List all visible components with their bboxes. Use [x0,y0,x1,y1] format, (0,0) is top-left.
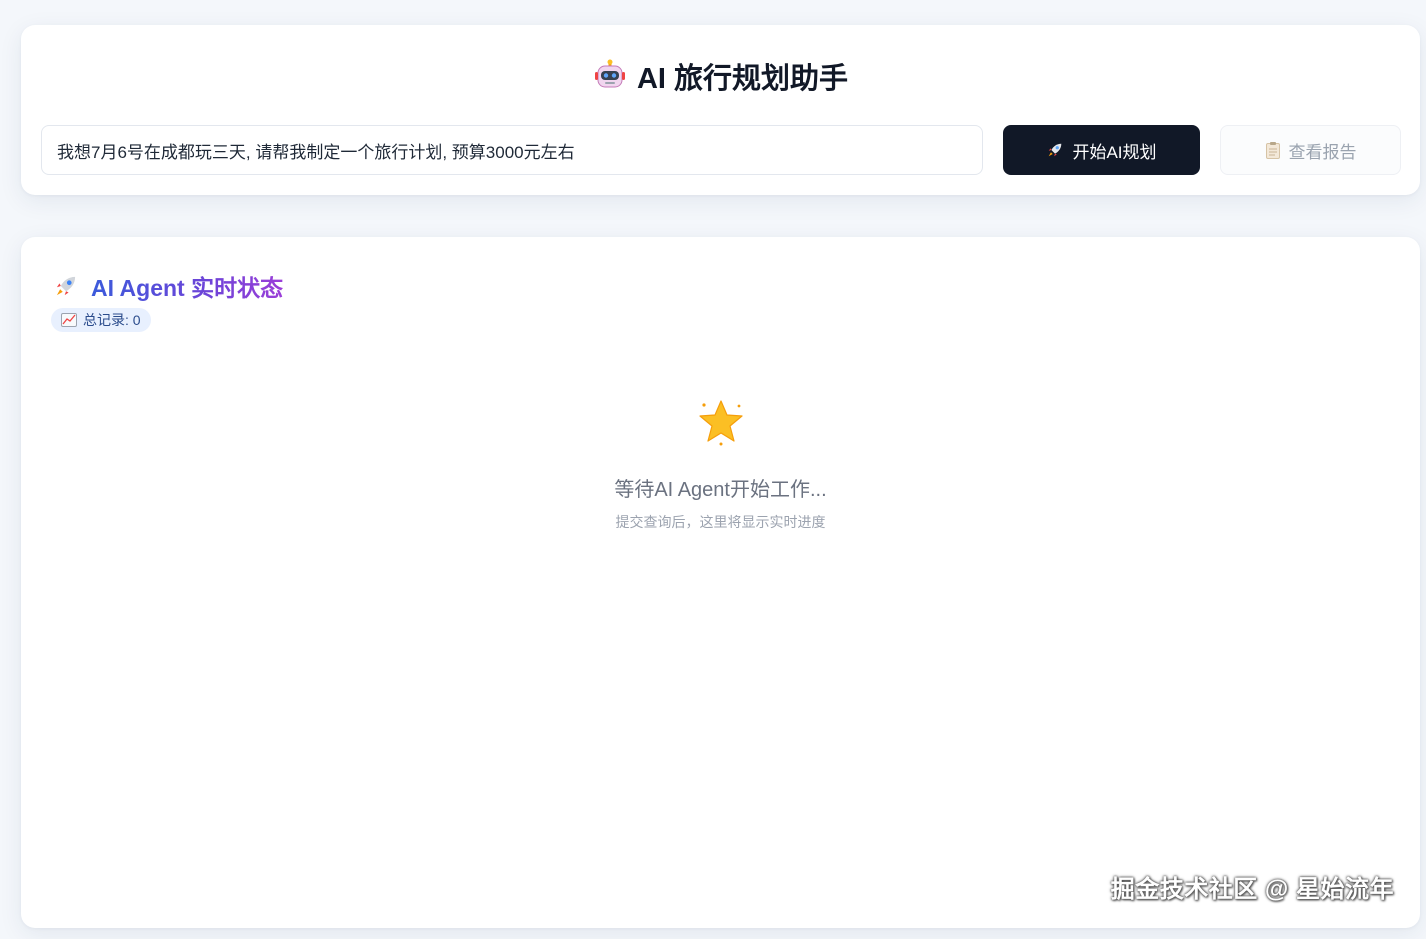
watermark: 掘金技术社区 @ 星始流年 [1110,876,1394,903]
query-input[interactable] [41,125,983,175]
rocket-icon [56,276,76,296]
empty-state-title: 等待AI Agent开始工作... [614,479,827,501]
robot-icon [594,59,625,88]
report-button-label: 查看报告 [1288,142,1357,162]
search-panel: AI 旅行规划助手 开始AI规划 查看报告 [21,25,1420,195]
start-planning-button[interactable]: 开始AI规划 [1003,125,1200,175]
start-button-label: 开始AI规划 [1072,142,1157,162]
clipboard-icon [1265,142,1280,159]
record-count-badge: 总记录: 0 [51,308,151,332]
status-title: AI Agent 实时状态 [91,269,283,303]
view-report-button[interactable]: 查看报告 [1220,125,1401,175]
empty-state-subtitle: 提交查询后，这里将显示实时进度 [615,514,826,530]
rocket-icon [1049,143,1062,157]
record-count-text: 总记录: 0 [83,312,141,328]
app-title-text: AI 旅行规划助手 [636,63,849,95]
chart-icon [61,313,77,327]
agent-status-panel: AI Agent 实时状态 总记录: 0 等待AI Agent开始工作... 提… [21,237,1420,928]
page-title: AI 旅行规划助手 [21,55,1420,97]
star-icon [698,400,743,446]
empty-state: 等待AI Agent开始工作... 提交查询后，这里将显示实时进度 [21,397,1420,532]
status-header: AI Agent 实时状态 [53,269,283,303]
